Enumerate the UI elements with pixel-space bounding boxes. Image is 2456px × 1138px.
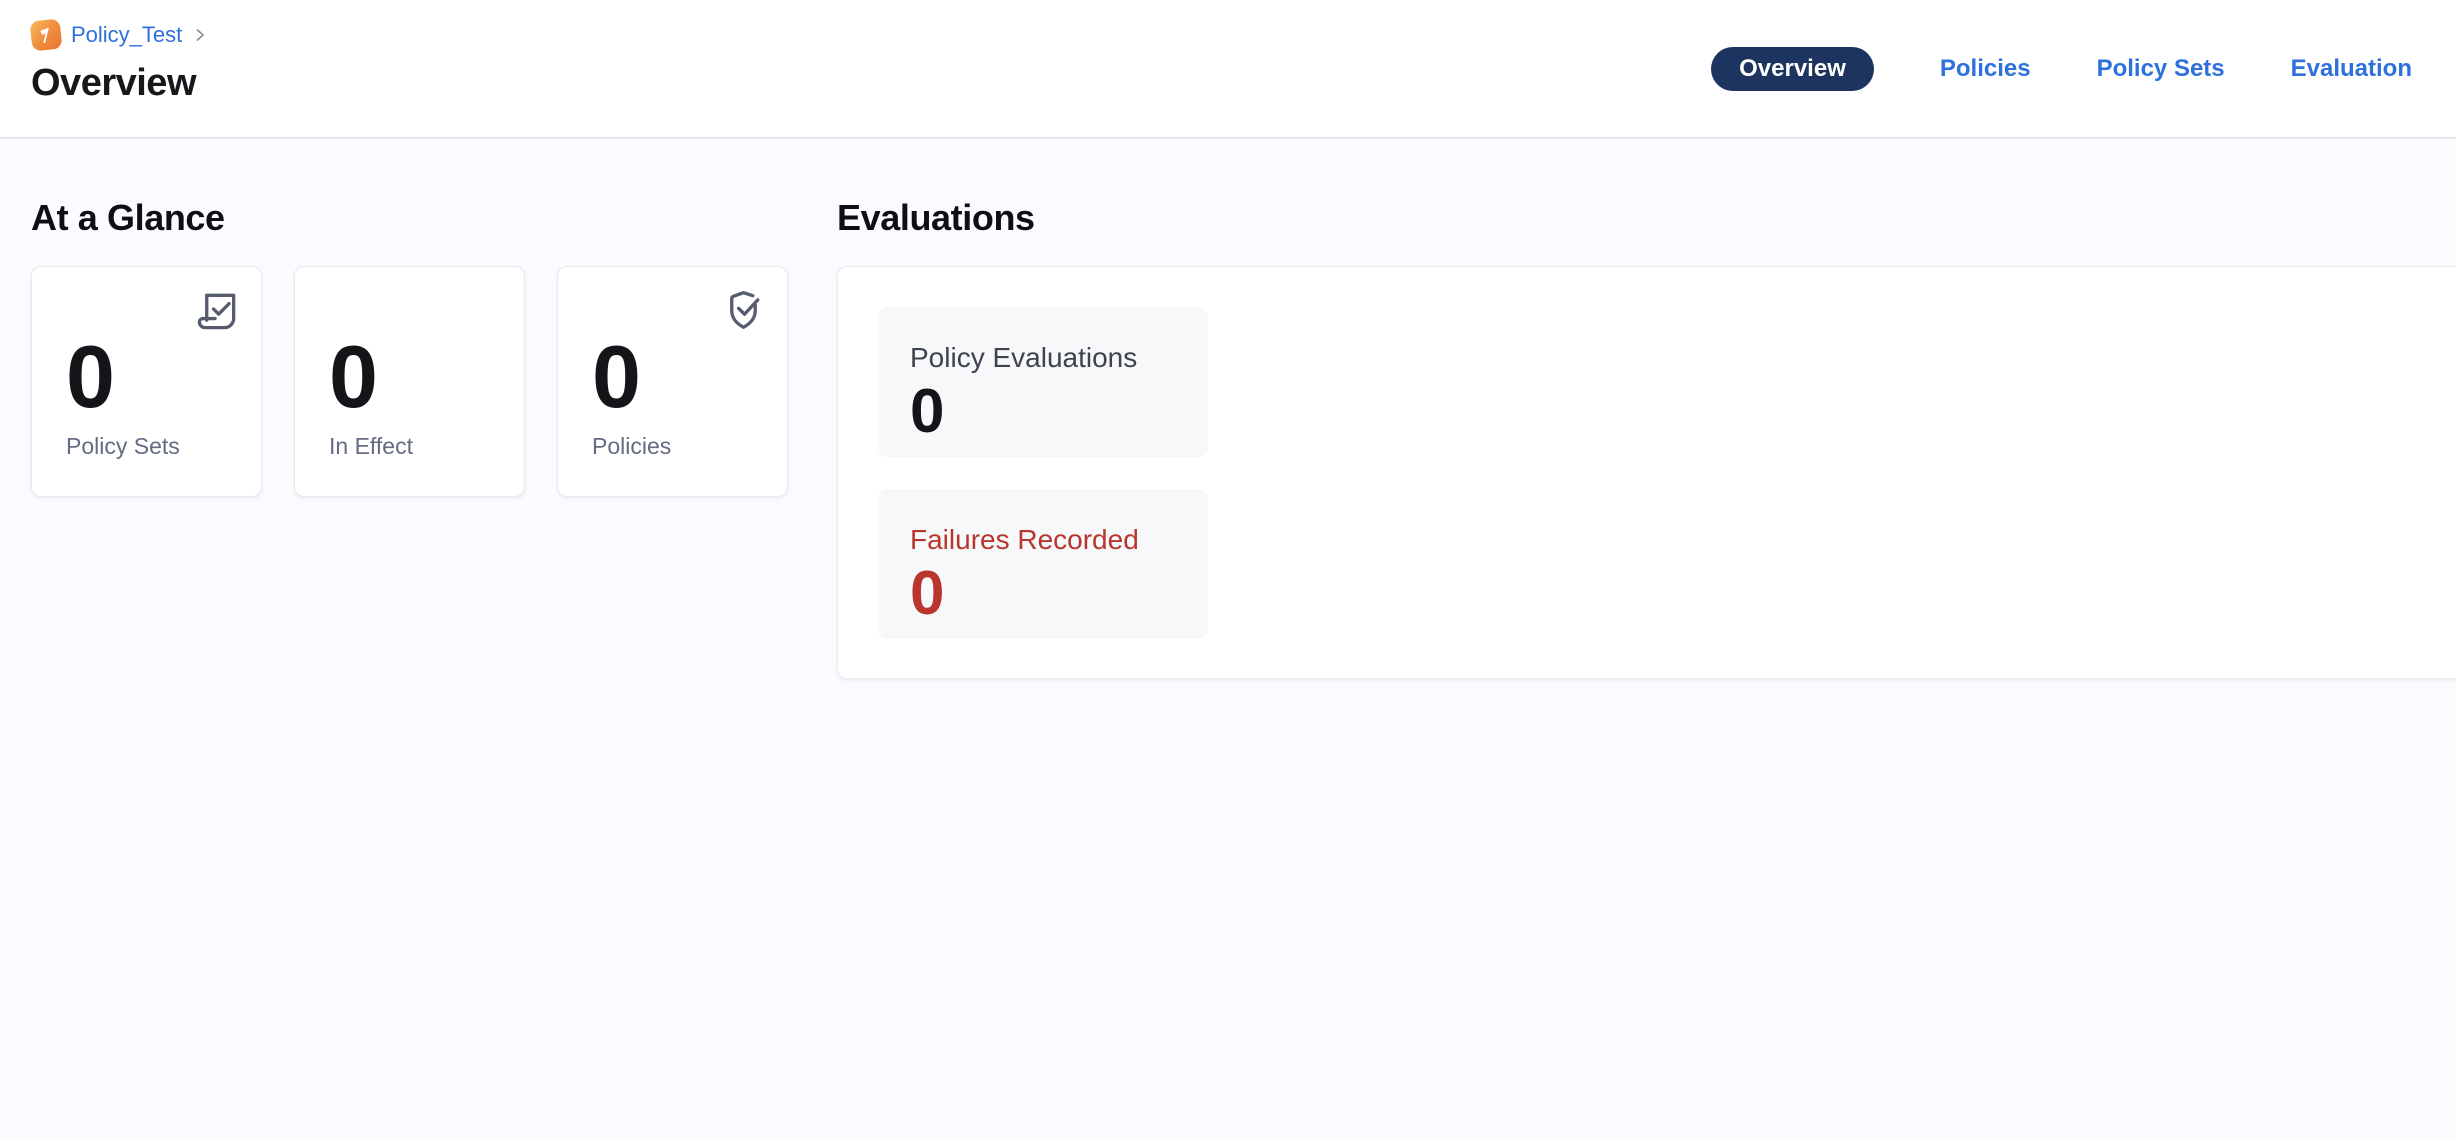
- flag-icon: [34, 23, 58, 47]
- evaluations-section: Evaluations Policy Evaluations 0 Failure…: [837, 196, 2456, 679]
- stat-card-policy-sets: 0 Policy Sets: [31, 266, 262, 497]
- stat-card-content: 0 Policies: [592, 341, 771, 460]
- policy-app-icon: [30, 19, 63, 52]
- policy-evaluations-label: Policy Evaluations: [910, 344, 1176, 372]
- policy-evaluations-tile: Policy Evaluations 0: [878, 307, 1208, 457]
- failures-recorded-label: Failures Recorded: [910, 526, 1176, 554]
- breadcrumb-project-link[interactable]: Policy_Test: [71, 22, 182, 48]
- scroll-check-icon: [194, 287, 241, 334]
- page-header: Policy_Test Overview Overview Policies P…: [0, 0, 2456, 139]
- in-effect-label: In Effect: [329, 433, 508, 460]
- failures-recorded-tile: Failures Recorded 0: [878, 489, 1208, 639]
- main-content: At a Glance 0 Policy Sets 0 In Effect: [0, 139, 2456, 679]
- stat-card-content: 0 In Effect: [329, 341, 508, 460]
- evaluations-card: Policy Evaluations 0 Failures Recorded 0: [837, 266, 2456, 679]
- failures-recorded-count: 0: [910, 569, 1176, 620]
- chevron-right-icon: [192, 27, 208, 43]
- tab-policy-sets[interactable]: Policy Sets: [2097, 55, 2225, 83]
- shield-check-icon: [720, 287, 767, 334]
- glance-card-row: 0 Policy Sets 0 In Effect 0: [31, 266, 788, 497]
- stat-card-content: 0 Policy Sets: [66, 341, 245, 460]
- at-a-glance-heading: At a Glance: [31, 196, 788, 239]
- breadcrumb: Policy_Test: [31, 18, 208, 52]
- stat-card-in-effect: 0 In Effect: [294, 266, 525, 497]
- tab-policies[interactable]: Policies: [1940, 55, 2031, 83]
- policy-sets-count: 0: [66, 341, 245, 413]
- policies-label: Policies: [592, 433, 771, 460]
- evaluations-heading: Evaluations: [837, 196, 2456, 239]
- at-a-glance-section: At a Glance 0 Policy Sets 0 In Effect: [31, 196, 788, 497]
- policy-sets-label: Policy Sets: [66, 433, 245, 460]
- policies-count: 0: [592, 341, 771, 413]
- stat-card-policies: 0 Policies: [557, 266, 788, 497]
- policy-evaluations-count: 0: [910, 387, 1176, 438]
- page-title: Overview: [31, 62, 208, 105]
- tab-overview[interactable]: Overview: [1711, 47, 1874, 91]
- in-effect-count: 0: [329, 341, 508, 413]
- tab-evaluation[interactable]: Evaluation: [2291, 55, 2412, 83]
- header-title-block: Policy_Test Overview: [31, 0, 208, 137]
- top-navigation: Overview Policies Policy Sets Evaluation: [1711, 0, 2412, 137]
